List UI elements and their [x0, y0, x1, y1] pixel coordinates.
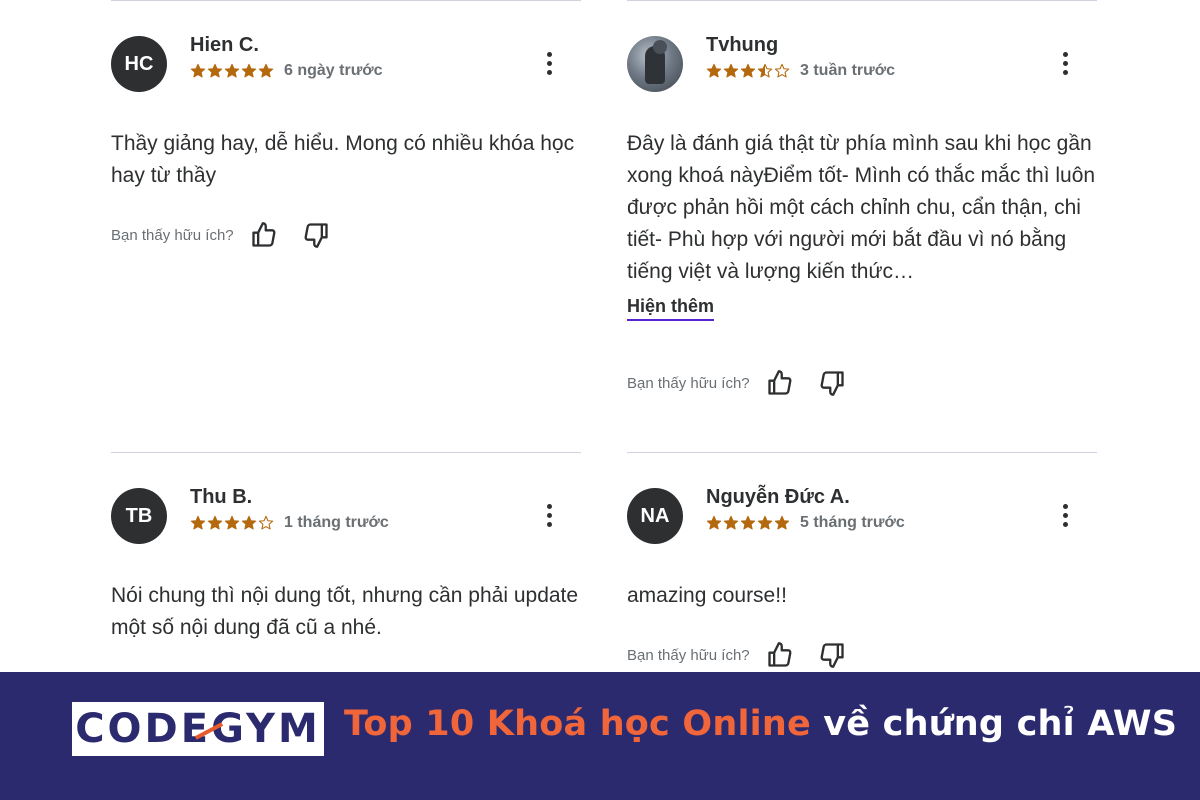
thumbs-down-icon[interactable]: [302, 221, 330, 249]
star-empty-icon: [774, 63, 790, 78]
star-full-icon: [774, 515, 790, 530]
codegym-logo: CODEGYM: [72, 702, 324, 756]
star-full-icon: [723, 515, 739, 530]
star-rating: [190, 63, 274, 79]
review-meta: 1 tháng trước: [190, 514, 389, 532]
star-rating: [190, 515, 274, 531]
helpful-row: Bạn thấy hữu ích?: [111, 221, 330, 249]
helpful-question: Bạn thấy hữu ích?: [627, 646, 750, 664]
star-full-icon: [207, 63, 223, 78]
headline-highlight: Top 10 Khoá học Online: [344, 704, 811, 744]
star-full-icon: [241, 515, 257, 530]
review-card: NA Nguyễn Đức A. 5 tháng trước amazing c…: [627, 486, 1097, 672]
star-full-icon: [190, 63, 206, 78]
review-text: Thầy giảng hay, dễ hiểu. Mong có nhiều k…: [111, 132, 575, 187]
avatar: NA: [627, 488, 683, 544]
thumbs-down-icon[interactable]: [818, 369, 846, 397]
review-time: 6 ngày trước: [284, 62, 383, 79]
divider-top-left: [111, 0, 581, 1]
helpful-question: Bạn thấy hữu ích?: [627, 374, 750, 392]
star-half-icon: [757, 63, 773, 78]
promo-banner: CODEGYM Top 10 Khoá học Online về chứng …: [0, 672, 1200, 800]
more-options-icon[interactable]: [539, 48, 559, 78]
thumbs-up-icon[interactable]: [250, 221, 278, 249]
helpful-question: Bạn thấy hữu ích?: [111, 226, 234, 244]
star-full-icon: [224, 515, 240, 530]
review-text: Nói chung thì nội dung tốt, nhưng cần ph…: [111, 584, 579, 639]
avatar: [627, 36, 683, 92]
star-full-icon: [190, 515, 206, 530]
review-card: TB Thu B. 1 tháng trước Nói chung thì nộ…: [111, 486, 581, 668]
review-card: HC Hien C. 6 ngày trước Thầy giảng hay, …: [111, 34, 581, 276]
star-full-icon: [757, 515, 773, 530]
star-full-icon: [207, 515, 223, 530]
show-more-link[interactable]: Hiện thêm: [627, 296, 715, 321]
review-time: 1 tháng trước: [284, 514, 389, 531]
avatar: HC: [111, 36, 167, 92]
review-time: 3 tuần trước: [800, 62, 895, 79]
star-full-icon: [723, 63, 739, 78]
review-text: amazing course!!: [627, 584, 787, 607]
reviewer-name: Tvhung: [706, 34, 779, 56]
star-empty-icon: [258, 515, 274, 530]
reviewer-name: Thu B.: [190, 486, 253, 508]
review-meta: 5 tháng trước: [706, 514, 905, 532]
review-card: Tvhung 3 tuần trước Đây là đánh giá thật…: [627, 34, 1097, 416]
review-text: Đây là đánh giá thật từ phía mình sau kh…: [627, 132, 1096, 283]
star-full-icon: [241, 63, 257, 78]
helpful-row: Bạn thấy hữu ích?: [627, 641, 846, 669]
star-full-icon: [224, 63, 240, 78]
divider-mid-right: [627, 452, 1097, 453]
review-time: 5 tháng trước: [800, 514, 905, 531]
more-options-icon[interactable]: [539, 500, 559, 530]
more-options-icon[interactable]: [1055, 48, 1075, 78]
avatar: TB: [111, 488, 167, 544]
more-options-icon[interactable]: [1055, 500, 1075, 530]
thumbs-down-icon[interactable]: [818, 641, 846, 669]
star-rating: [706, 515, 790, 531]
headline-rest: về chứng chỉ AWS: [810, 704, 1178, 744]
thumbs-up-icon[interactable]: [766, 369, 794, 397]
star-rating: [706, 63, 790, 79]
reviewer-name: Hien C.: [190, 34, 259, 56]
star-full-icon: [706, 63, 722, 78]
star-full-icon: [740, 515, 756, 530]
divider-mid-left: [111, 452, 581, 453]
star-full-icon: [706, 515, 722, 530]
star-full-icon: [740, 63, 756, 78]
review-meta: 3 tuần trước: [706, 62, 895, 80]
banner-headline: Top 10 Khoá học Online về chứng chỉ AWS: [344, 704, 1177, 744]
logo-wordmark: CODEGYM: [75, 706, 321, 752]
helpful-row: Bạn thấy hữu ích?: [627, 369, 846, 397]
divider-top-right: [627, 0, 1097, 1]
reviewer-name: Nguyễn Đức A.: [706, 486, 850, 508]
review-meta: 6 ngày trước: [190, 62, 383, 80]
thumbs-up-icon[interactable]: [766, 641, 794, 669]
star-full-icon: [258, 63, 274, 78]
